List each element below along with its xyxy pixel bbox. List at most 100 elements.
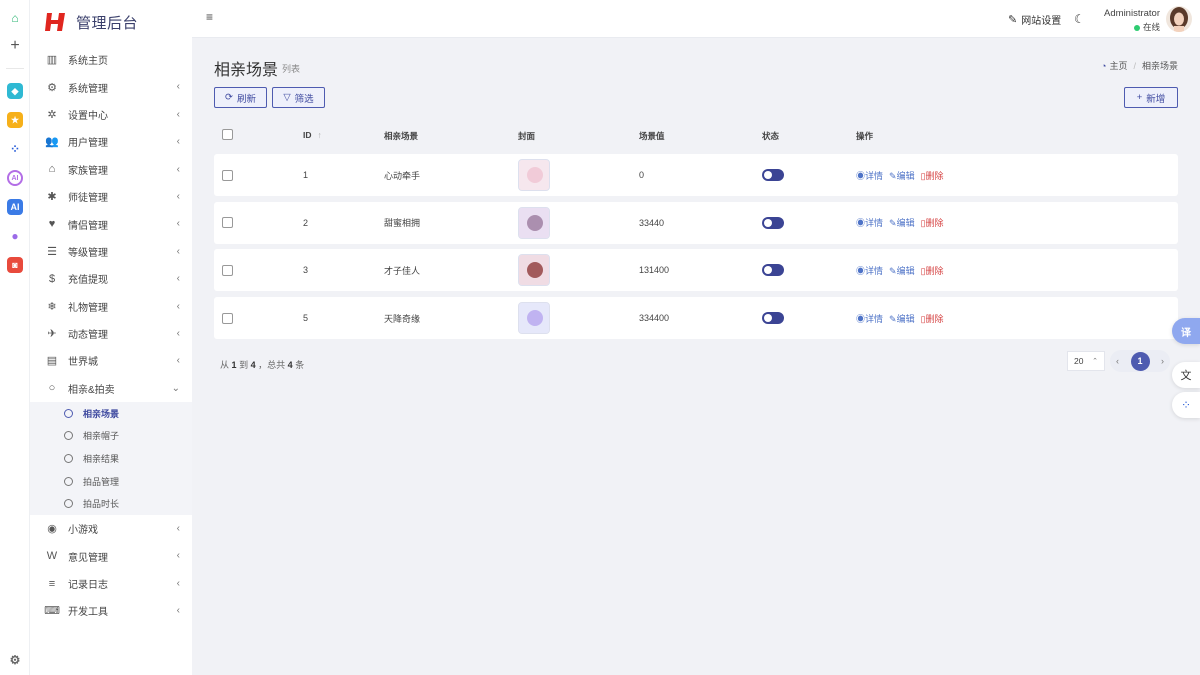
edit-label: 编辑 — [896, 265, 915, 276]
cover-thumbnail[interactable] — [518, 254, 550, 287]
pagination: ‹ 1 › — [1110, 350, 1170, 372]
row-checkbox[interactable] — [222, 312, 233, 324]
edit-icon: ✎ — [889, 265, 897, 276]
row-checkbox[interactable] — [222, 264, 233, 276]
edit-link[interactable]: ✎编辑 — [889, 312, 915, 325]
sidebar-item[interactable]: ♥ 情侣管理 ‹ — [30, 210, 192, 237]
submenu-item[interactable]: 拍品时长 — [30, 492, 192, 515]
plus-icon: + — [1136, 92, 1143, 103]
site-settings-button[interactable]: ✎ 网站设置 — [1008, 12, 1061, 27]
page-size-value: 20 — [1074, 356, 1084, 366]
submenu-item-label: 相亲帽子 — [83, 431, 120, 442]
avatar[interactable] — [1166, 6, 1192, 32]
dark-mode-icon[interactable]: ☾ — [1074, 12, 1085, 26]
bot-app-icon[interactable]: ● — [7, 228, 23, 244]
dots-app-icon[interactable]: ⁘ — [7, 141, 23, 157]
row-actions: ◉详情 ✎编辑 ▯删除 — [856, 264, 944, 277]
sidebar-item[interactable]: ▤ 世界城 ‹ — [30, 347, 192, 374]
dots-float-icon[interactable]: ⁘ — [1172, 392, 1200, 418]
breadcrumb-home[interactable]: 主页 — [1109, 59, 1127, 72]
sidebar-item[interactable]: ⌨ 开发工具 ‹ — [30, 597, 192, 624]
home-icon[interactable]: ⌂ — [7, 10, 23, 26]
map-icon: ▤ — [46, 355, 58, 368]
sidebar-item-label: 记录日志 — [68, 580, 108, 592]
edit-link[interactable]: ✎编辑 — [889, 169, 915, 182]
language-icon[interactable]: 文 — [1172, 362, 1200, 388]
row-scene-name: 心动牵手 — [384, 170, 421, 181]
view-link[interactable]: ◉详情 — [856, 216, 883, 229]
sidebar-item-label: 设置中心 — [68, 110, 108, 122]
view-label: 详情 — [865, 313, 884, 324]
sidebar-item-label: 充值提现 — [68, 275, 108, 287]
sidebar-item[interactable]: ❄ 礼物管理 ‹ — [30, 293, 192, 320]
ai-assistant-icon[interactable]: AI — [7, 199, 23, 215]
sidebar-item[interactable]: ≡ 记录日志 ‹ — [30, 570, 192, 597]
status-toggle[interactable] — [762, 312, 784, 325]
row-id: 1 — [303, 170, 309, 180]
delete-link[interactable]: ▯删除 — [921, 216, 944, 229]
view-link[interactable]: ◉详情 — [856, 169, 883, 182]
chevron-left-icon: ‹ — [176, 523, 180, 535]
translate-float-button[interactable]: 译 — [1172, 318, 1200, 344]
next-page-icon[interactable]: › — [1161, 356, 1164, 366]
row-checkbox[interactable] — [222, 169, 233, 181]
submenu-item[interactable]: 相亲帽子 — [30, 425, 192, 448]
select-all-checkbox[interactable] — [222, 129, 233, 140]
cover-thumbnail[interactable] — [518, 206, 550, 239]
sidebar-item[interactable]: W 意见管理 ‹ — [30, 542, 192, 569]
online-dot-icon — [1133, 24, 1140, 31]
star-app-icon[interactable]: ★ — [7, 112, 23, 128]
page-button-current[interactable]: 1 — [1130, 351, 1150, 371]
cover-thumbnail[interactable] — [518, 159, 550, 191]
table-row: 2 甜蜜相拥 33440 ◉详情 ✎编辑 ▯删除 — [214, 201, 1178, 244]
logo[interactable]: 管理后台 — [44, 10, 138, 34]
sidebar-item[interactable]: ✱ 师徒管理 ‹ — [30, 183, 192, 210]
chevron-left-icon: ‹ — [176, 577, 180, 589]
game-app-icon[interactable]: ◙ — [7, 257, 23, 273]
view-link[interactable]: ◉详情 — [856, 312, 883, 325]
chevron-left-icon: ‹ — [176, 190, 180, 202]
delete-link[interactable]: ▯删除 — [921, 169, 944, 182]
sidebar-item-label: 家族管理 — [68, 165, 108, 177]
refresh-button[interactable]: ⟳ 刷新 — [214, 87, 267, 108]
sort-icon[interactable]: ↑ — [318, 130, 322, 140]
menu-toggle-icon[interactable]: ≡ — [206, 11, 216, 23]
cover-thumbnail[interactable] — [518, 302, 550, 335]
sidebar-item[interactable]: $ 充值提现 ‹ — [30, 265, 192, 292]
filter-button[interactable]: ▽ 筛选 — [272, 87, 325, 108]
delete-link[interactable]: ▯删除 — [921, 312, 944, 325]
sidebar-item[interactable]: ⌂ 家族管理 ‹ — [30, 156, 192, 183]
sidebar-item[interactable]: 👥 用户管理 ‹ — [30, 128, 192, 155]
user-info[interactable]: Administrator 在线 — [1104, 8, 1160, 33]
status-toggle[interactable] — [762, 216, 784, 229]
edit-link[interactable]: ✎编辑 — [889, 216, 915, 229]
status-toggle[interactable] — [762, 264, 784, 277]
submenu-item[interactable]: 拍品管理 — [30, 470, 192, 493]
status-toggle[interactable] — [762, 169, 784, 181]
sidebar-item[interactable]: ✈ 动态管理 ‹ — [30, 320, 192, 347]
breadcrumb-separator: / — [1133, 60, 1136, 71]
app-shortcut-icon-1[interactable]: ◆ — [7, 83, 23, 99]
sidebar-item[interactable]: ☰ 等级管理 ‹ — [30, 238, 192, 265]
table-row: 1 心动牵手 0 ◉详情 ✎编辑 ▯删除 — [214, 154, 1178, 196]
ai-app-icon[interactable]: AI — [7, 170, 23, 186]
page-size-select[interactable]: 20 ⌃ — [1067, 351, 1105, 371]
column-id[interactable]: ID ↑ — [303, 130, 322, 140]
add-button[interactable]: + 新增 — [1124, 87, 1178, 108]
plus-icon[interactable]: + — [7, 37, 23, 54]
word-icon: W — [46, 550, 58, 563]
sidebar-item[interactable]: ✲ 设置中心 ‹ — [30, 101, 192, 128]
sidebar-item[interactable]: ◉ 小游戏 ‹ — [30, 515, 192, 542]
submenu-item[interactable]: 相亲结果 — [30, 447, 192, 470]
edit-link[interactable]: ✎编辑 — [889, 264, 915, 277]
settings-gear-icon[interactable]: ⚙ — [7, 652, 23, 668]
submenu-item-label: 拍品管理 — [83, 476, 120, 487]
prev-page-icon[interactable]: ‹ — [1116, 356, 1119, 366]
delete-link[interactable]: ▯删除 — [921, 264, 944, 277]
submenu-item[interactable]: 相亲场景 — [30, 402, 192, 425]
sidebar-item[interactable]: ○ 相亲&拍卖 ⌄ — [30, 375, 192, 402]
row-checkbox[interactable] — [222, 217, 233, 229]
view-link[interactable]: ◉详情 — [856, 264, 883, 277]
sidebar-item[interactable]: ⚙ 系统管理 ‹ — [30, 73, 192, 100]
sidebar-item[interactable]: ▥ 系统主页 — [30, 46, 192, 73]
